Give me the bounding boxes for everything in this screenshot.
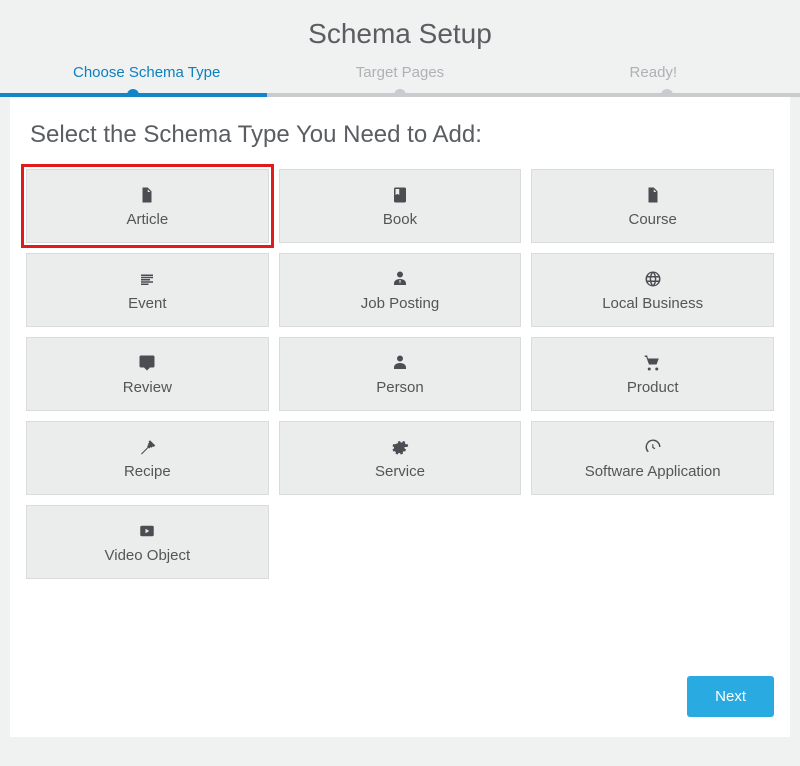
tile-label: Job Posting [361,295,439,312]
step-label: Choose Schema Type [73,64,220,93]
schema-tile-article[interactable]: Article [26,169,269,243]
tile-label: Product [627,379,679,396]
schema-tile-book[interactable]: Book [279,169,522,243]
tile-label: Software Application [585,463,721,480]
panel-heading: Select the Schema Type You Need to Add: [26,121,774,149]
next-button[interactable]: Next [687,676,774,717]
globe-icon [644,269,662,289]
tile-label: Person [376,379,424,396]
tile-label: Service [375,463,425,480]
comment-icon [138,353,156,373]
schema-tile-product[interactable]: Product [531,337,774,411]
schema-tile-local-business[interactable]: Local Business [531,253,774,327]
page-title: Schema Setup [0,0,800,64]
schema-tile-person[interactable]: Person [279,337,522,411]
dashboard-icon [644,437,662,457]
file-icon [138,185,156,205]
schema-tile-recipe[interactable]: Recipe [26,421,269,495]
schema-tile-job-posting[interactable]: Job Posting [279,253,522,327]
step-ready[interactable]: Ready! [527,64,780,93]
cart-icon [644,353,662,373]
main-panel: Select the Schema Type You Need to Add: … [10,97,790,737]
user-icon [391,353,409,373]
schema-grid: Article Book Course Event Job Posting Local B… [26,169,774,579]
tile-label: Video Object [105,547,191,564]
step-label: Ready! [630,64,678,93]
tile-label: Recipe [124,463,171,480]
play-icon [138,521,156,541]
schema-tile-video-object[interactable]: Video Object [26,505,269,579]
schema-tile-event[interactable]: Event [26,253,269,327]
schema-tile-review[interactable]: Review [26,337,269,411]
step-choose-schema[interactable]: Choose Schema Type [20,64,273,93]
schema-tile-service[interactable]: Service [279,421,522,495]
tile-label: Event [128,295,166,312]
tile-label: Local Business [602,295,703,312]
tile-label: Review [123,379,172,396]
file-icon [644,185,662,205]
user-tie-icon [391,269,409,289]
schema-tile-software-application[interactable]: Software Application [531,421,774,495]
tile-label: Course [628,211,676,228]
gear-icon [391,437,409,457]
schema-tile-course[interactable]: Course [531,169,774,243]
calendar-icon [138,269,156,289]
book-icon [391,185,409,205]
carrot-icon [138,437,156,457]
tile-label: Book [383,211,417,228]
tile-label: Article [126,211,168,228]
